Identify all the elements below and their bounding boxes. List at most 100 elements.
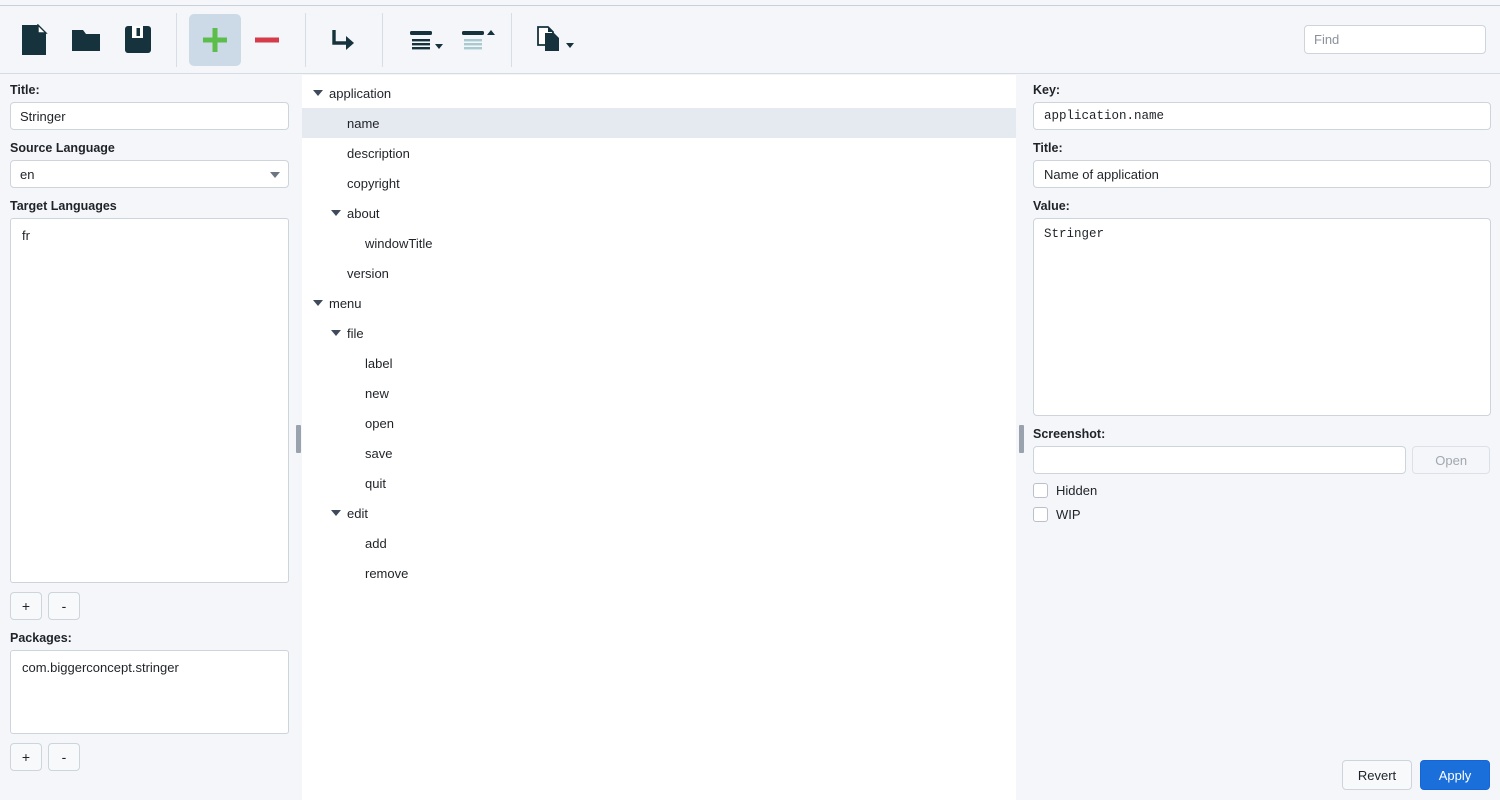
expand-all-icon — [460, 27, 486, 53]
tree-node-new[interactable]: new — [302, 378, 1016, 408]
tree-node-label: label — [365, 355, 393, 371]
add-target-language-button[interactable]: + — [10, 592, 42, 620]
floppy-disk-icon — [124, 25, 152, 54]
tree-node-label: version — [347, 265, 389, 281]
tree-node-copyright[interactable]: copyright — [302, 168, 1016, 198]
hidden-checkbox-row[interactable]: Hidden — [1033, 483, 1490, 498]
tree-node-description[interactable]: description — [302, 138, 1016, 168]
string-tree-panel: application name description copyright about… — [302, 75, 1016, 800]
toolbar-separator-1 — [176, 12, 177, 67]
key-label: Key: — [1033, 83, 1061, 97]
arrow-turn-right-icon — [329, 25, 359, 55]
list-item[interactable]: fr — [11, 225, 288, 246]
revert-button[interactable]: Revert — [1342, 760, 1412, 790]
tree-node-label: menu — [329, 295, 362, 311]
tree-node-label: remove — [365, 565, 409, 581]
toolbar-group-edit — [189, 13, 293, 67]
remove-target-language-button[interactable]: - — [48, 592, 80, 620]
tree-node-label: name — [347, 115, 380, 131]
toolbar-separator-2 — [305, 12, 306, 67]
tree-node-label: application — [329, 85, 392, 101]
target-languages-list[interactable]: fr — [10, 218, 289, 583]
left-splitter[interactable] — [293, 75, 302, 800]
tree-node-label: quit — [365, 475, 386, 491]
project-settings-panel: Title: Source Language en Target Languag… — [0, 75, 293, 800]
tree-disclosure-triangle[interactable] — [328, 198, 344, 228]
tree-node-about[interactable]: about — [302, 198, 1016, 228]
tree-node-label: file — [347, 325, 364, 341]
source-language-select[interactable]: en — [10, 160, 289, 188]
wip-checkbox-row[interactable]: WIP — [1033, 507, 1490, 522]
list-item[interactable]: com.biggerconcept.stringer — [11, 657, 288, 678]
remove-package-button[interactable]: - — [48, 743, 80, 771]
source-language-label: Source Language — [10, 141, 115, 155]
packages-list[interactable]: com.biggerconcept.stringer — [10, 650, 289, 734]
tree-disclosure-triangle[interactable] — [328, 318, 344, 348]
tree-node-label[interactable]: label — [302, 348, 1016, 378]
tree-node-menu[interactable]: menu — [302, 288, 1016, 318]
hidden-checkbox[interactable] — [1033, 483, 1048, 498]
tree-node-label: description — [347, 145, 410, 161]
tree-node-save[interactable]: save — [302, 438, 1016, 468]
right-splitter[interactable] — [1016, 75, 1025, 800]
tree-disclosure-triangle[interactable] — [328, 498, 344, 528]
project-title-input[interactable] — [10, 102, 289, 130]
string-tree[interactable]: application name description copyright about… — [302, 78, 1016, 588]
document-icon — [20, 23, 48, 56]
find-input[interactable] — [1304, 25, 1486, 54]
tree-node-remove[interactable]: remove — [302, 558, 1016, 588]
tree-node-open[interactable]: open — [302, 408, 1016, 438]
duplicate-button[interactable] — [524, 14, 576, 66]
open-file-button[interactable] — [60, 14, 112, 66]
wip-label: WIP — [1056, 507, 1081, 522]
chevron-down-icon — [313, 300, 323, 306]
source-language-value: en — [20, 166, 35, 182]
tree-node-label: save — [365, 445, 393, 461]
tree-node-label: open — [365, 415, 394, 431]
chevron-down-icon — [435, 43, 443, 49]
add-package-button[interactable]: + — [10, 743, 42, 771]
remove-entry-button[interactable] — [241, 14, 293, 66]
detail-title-input[interactable] — [1033, 160, 1491, 188]
key-input[interactable] — [1033, 102, 1491, 130]
tree-node-name[interactable]: name — [302, 108, 1016, 138]
tree-disclosure-triangle[interactable] — [310, 288, 326, 318]
toolbar-group-duplicate — [524, 13, 576, 67]
save-file-button[interactable] — [112, 14, 164, 66]
value-textarea[interactable] — [1033, 218, 1491, 416]
tree-node-edit[interactable]: edit — [302, 498, 1016, 528]
toolbar-group-file — [8, 13, 164, 67]
tree-node-label: about — [347, 205, 380, 221]
apply-button[interactable]: Apply — [1420, 760, 1490, 790]
add-entry-button[interactable] — [189, 13, 241, 66]
tree-node-windowTitle[interactable]: windowTitle — [302, 228, 1016, 258]
application-window: Title: Source Language en Target Languag… — [0, 0, 1500, 800]
packages-buttons: + - — [10, 743, 283, 771]
tree-node-add[interactable]: add — [302, 528, 1016, 558]
expand-all-button[interactable] — [447, 14, 499, 66]
chevron-down-icon — [313, 90, 323, 96]
open-screenshot-button[interactable]: Open — [1412, 446, 1490, 474]
tree-node-quit[interactable]: quit — [302, 468, 1016, 498]
tree-node-application[interactable]: application — [302, 78, 1016, 108]
screenshot-path-input[interactable] — [1033, 446, 1407, 474]
tree-disclosure-triangle[interactable] — [310, 78, 326, 108]
main-toolbar — [0, 6, 1500, 74]
splitter-grip[interactable] — [1019, 425, 1024, 453]
collapse-all-button[interactable] — [395, 14, 447, 66]
wip-checkbox[interactable] — [1033, 507, 1048, 522]
chevron-down-icon — [331, 210, 341, 216]
minus-icon — [252, 25, 282, 55]
tree-node-file[interactable]: file — [302, 318, 1016, 348]
chevron-down-icon — [331, 510, 341, 516]
tree-node-version[interactable]: version — [302, 258, 1016, 288]
move-entry-button[interactable] — [318, 14, 370, 66]
new-file-button[interactable] — [8, 14, 60, 66]
target-languages-label: Target Languages — [10, 199, 117, 213]
splitter-grip[interactable] — [296, 425, 301, 453]
hidden-label: Hidden — [1056, 483, 1098, 498]
